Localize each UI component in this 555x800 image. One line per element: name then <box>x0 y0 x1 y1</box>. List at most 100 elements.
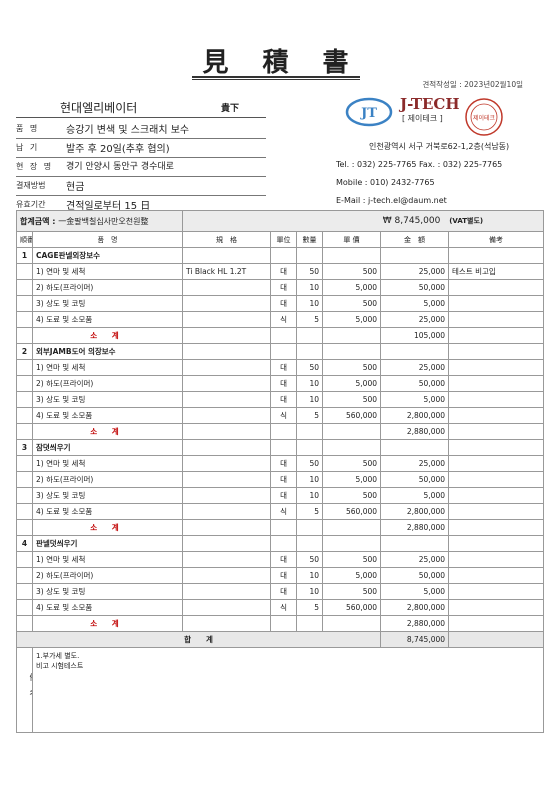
empty-cell <box>322 423 382 440</box>
amount-value: ₩ 8,745,000 <box>382 216 441 226</box>
item-name: 2) 하도(프라이머) <box>31 471 184 488</box>
amount-label-cell: 합계금액 : 一金팔백칠십사만오천원整 <box>15 210 184 232</box>
item-note <box>448 455 545 472</box>
group-name: 잠뎟씌우기 <box>31 439 184 456</box>
empty-cell <box>322 327 382 344</box>
item-spec <box>182 599 272 616</box>
item-qty: 10 <box>296 295 324 312</box>
empty-cell <box>16 487 33 504</box>
empty-cell <box>270 423 298 440</box>
group-name: 외부JAMB도어 의장보수 <box>31 343 184 360</box>
company-logo-icon: JT <box>345 97 393 127</box>
item-qty: 10 <box>296 391 324 408</box>
item-unit: 대 <box>270 471 298 488</box>
empty-cell <box>322 615 382 632</box>
item-price: 5,000 <box>322 471 382 488</box>
item-unit: 식 <box>270 311 298 328</box>
subtotal-row: 소 계 2,880,000 <box>16 615 545 632</box>
item-name: 4) 도료 및 소모품 <box>31 503 184 520</box>
item-name: 2) 하도(프라이머) <box>31 279 184 296</box>
empty-cell <box>16 583 33 600</box>
item-qty: 10 <box>296 471 324 488</box>
info-row-delivery: 납 기 발주 후 20일(추후 협의) <box>16 138 266 158</box>
item-spec <box>182 375 272 392</box>
empty-cell <box>16 375 33 392</box>
subtotal-value: 2,880,000 <box>380 423 450 440</box>
item-note <box>448 471 545 488</box>
table-row: 1) 연마 및 세척 대 50 500 25,000 <box>16 551 545 568</box>
empty-cell <box>16 551 33 568</box>
notes-row: 備 考 1.부가세 별도. 비고 시험테스트 <box>16 647 545 733</box>
grand-total-value: 8,745,000 <box>380 631 450 648</box>
company-mobile: Mobile : 010) 2432-7765 <box>336 178 435 187</box>
item-amount: 25,000 <box>380 551 450 568</box>
item-amount: 25,000 <box>380 311 450 328</box>
info-row-site: 현 장 명 경기 안양시 동안구 경수대로 <box>16 157 266 177</box>
item-spec <box>182 391 272 408</box>
company-email: E-Mail : j-tech.el@daum.net <box>336 196 447 205</box>
empty-cell <box>322 519 382 536</box>
company-tel-fax: Tel. : 032) 225-7765 Fax. : 032) 225-776… <box>336 160 503 169</box>
client-row: 현대엘리베이터 貴下 <box>16 97 266 118</box>
item-note <box>448 567 545 584</box>
subtotal-label: 소 계 <box>31 327 184 344</box>
item-name: 4) 도료 및 소모품 <box>31 599 184 616</box>
empty-cell <box>270 327 298 344</box>
subtotal-value: 2,880,000 <box>380 615 450 632</box>
amount-korean: 一金팔백칠십사만오천원整 <box>58 216 149 226</box>
column-header: 單位 <box>270 231 298 248</box>
company-brand-sub: [ 제이테크 ] <box>402 114 443 123</box>
item-note: 테스트 비고입 <box>448 263 545 280</box>
item-name: 4) 도료 및 소모품 <box>31 311 184 328</box>
title-underline-thin <box>192 79 360 80</box>
empty-cell <box>16 471 33 488</box>
item-amount: 2,800,000 <box>380 503 450 520</box>
empty-cell <box>296 343 324 360</box>
item-unit: 식 <box>270 503 298 520</box>
item-note <box>448 487 545 504</box>
empty-cell <box>16 567 33 584</box>
item-unit: 대 <box>270 583 298 600</box>
empty-cell <box>448 247 545 264</box>
total-amount-row: 합계금액 : 一金팔백칠십사만오천원整 ₩ 8,745,000 (VAT별도) <box>15 210 545 232</box>
info-label: 납 기 <box>16 143 40 152</box>
item-note <box>448 311 545 328</box>
item-unit: 대 <box>270 295 298 312</box>
empty-cell <box>380 343 450 360</box>
table-header-row: 順番 품 명 規 格 單位 數量 單 價 金 額 備考 <box>16 231 545 248</box>
item-unit: 식 <box>270 599 298 616</box>
empty-cell <box>182 439 272 456</box>
item-unit: 대 <box>270 279 298 296</box>
subtotal-value: 105,000 <box>380 327 450 344</box>
empty-cell <box>270 343 298 360</box>
info-label: 품 명 <box>16 124 40 133</box>
info-label: 유효기간 <box>16 200 46 209</box>
column-header: 規 格 <box>182 231 272 248</box>
empty-cell <box>380 247 450 264</box>
empty-cell <box>296 423 324 440</box>
info-value: 발주 후 20일(추후 협의) <box>66 144 170 155</box>
column-header: 單 價 <box>322 231 382 248</box>
company-seal-icon: 제이테크 <box>465 98 503 136</box>
empty-cell <box>270 615 298 632</box>
info-value: 현금 <box>66 182 85 193</box>
item-spec: Ti Black HL 1.2T <box>182 263 272 280</box>
item-spec <box>182 471 272 488</box>
empty-cell <box>16 423 33 440</box>
group-name: 판넬덧씌우기 <box>31 535 184 552</box>
empty-cell <box>270 247 298 264</box>
item-name: 1) 연마 및 세척 <box>31 551 184 568</box>
document-title: 見 積 書 <box>202 48 353 78</box>
item-unit: 대 <box>270 567 298 584</box>
item-unit: 대 <box>270 263 298 280</box>
info-row-payment: 결재방법 현금 <box>16 176 266 196</box>
item-unit: 대 <box>270 359 298 376</box>
empty-cell <box>296 535 324 552</box>
item-price: 500 <box>322 487 382 504</box>
item-price: 500 <box>322 295 382 312</box>
empty-cell <box>270 535 298 552</box>
table-row: 2) 하도(프라이머) 대 10 5,000 50,000 <box>16 375 545 392</box>
empty-cell <box>16 503 33 520</box>
item-note <box>448 279 545 296</box>
table-row: 1) 연마 및 세척 대 50 500 25,000 <box>16 359 545 376</box>
